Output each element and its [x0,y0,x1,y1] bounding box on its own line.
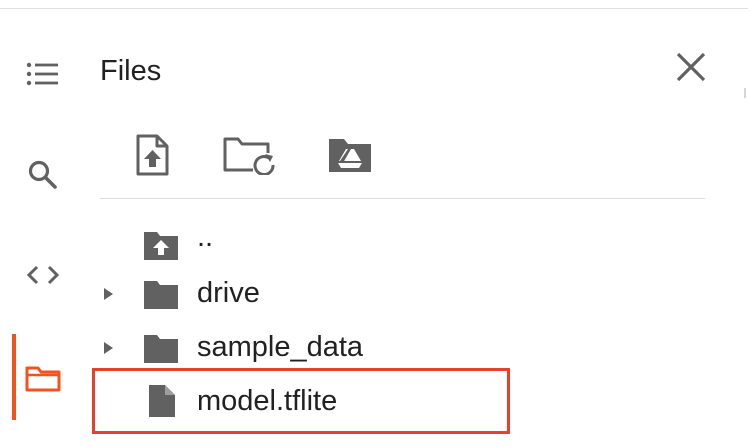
chevron-right-icon[interactable] [101,341,115,355]
tree-row-parent[interactable]: .. [95,221,695,269]
folder-icon [144,335,178,363]
code-snippets-button[interactable] [18,253,68,297]
toolbar-divider [100,198,705,199]
tree-row-drive[interactable]: drive [95,270,695,318]
folder-refresh-icon [223,137,275,175]
folder-icon [25,366,61,392]
top-border [0,8,748,9]
file-name: drive [197,277,260,309]
highlight-box [92,368,510,434]
search-icon [28,160,57,189]
folder-up-icon [144,232,178,260]
drive-folder-icon [329,139,371,172]
close-button[interactable] [668,44,714,90]
files-button[interactable] [18,356,68,400]
file-name: sample_data [197,331,364,363]
close-icon [676,52,706,82]
active-indicator [12,334,16,420]
upload-file-button[interactable] [124,130,180,180]
folder-icon [144,281,178,309]
search-button[interactable] [18,153,68,197]
code-icon [26,265,60,285]
refresh-button[interactable] [220,130,276,180]
chevron-right-icon[interactable] [101,287,115,301]
panel-title: Files [100,55,162,87]
file-name: .. [197,221,214,253]
toc-button[interactable] [18,52,68,96]
tree-row-sample-data[interactable]: sample_data [95,324,695,372]
mount-drive-button[interactable] [322,130,378,180]
file-upload-icon [136,134,169,176]
scroll-edge [744,88,746,98]
toc-icon [26,62,58,86]
